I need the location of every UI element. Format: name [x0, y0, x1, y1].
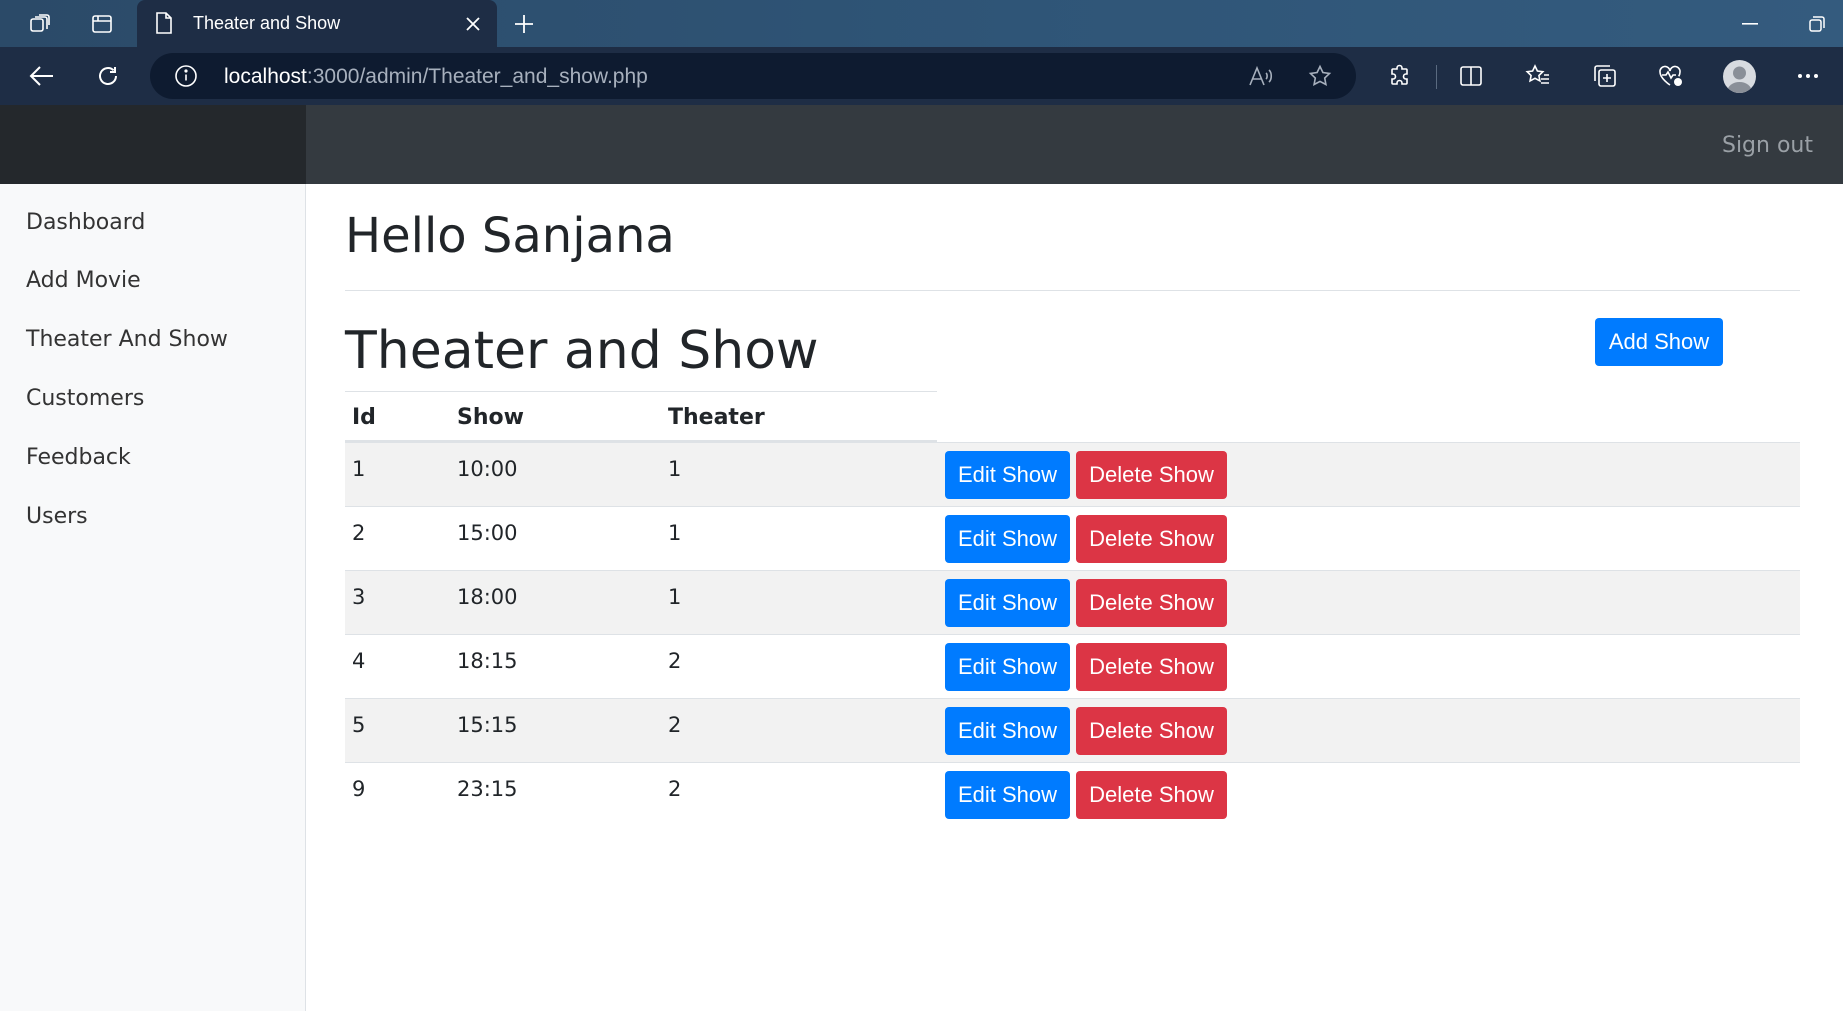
url-text: localhost:3000/admin/Theater_and_show.ph… [224, 65, 648, 89]
cell-id: 1 [352, 457, 366, 481]
browser-tab-bar: Theater and Show [0, 0, 1843, 47]
edit-show-button[interactable]: Edit Show [945, 451, 1070, 499]
address-bar[interactable]: localhost:3000/admin/Theater_and_show.ph… [150, 53, 1356, 99]
cell-show: 18:00 [457, 585, 518, 609]
url-path: :3000/admin/Theater_and_show.php [306, 65, 648, 88]
cell-theater: 1 [668, 585, 682, 609]
restore-icon[interactable] [1797, 8, 1837, 40]
cell-theater: 1 [668, 457, 682, 481]
sidebar-item-dashboard[interactable]: Dashboard [26, 210, 145, 235]
sidebar-item-customers[interactable]: Customers [26, 386, 144, 411]
heading-divider [345, 290, 1800, 291]
cell-show: 15:15 [457, 713, 518, 737]
cell-theater: 2 [668, 713, 682, 737]
sidebar-item-theater-and-show[interactable]: Theater And Show [26, 327, 228, 352]
cell-show: 18:15 [457, 649, 518, 673]
main-content: Hello Sanjana Theater and Show Add Show … [306, 184, 1843, 1011]
delete-show-button[interactable]: Delete Show [1076, 771, 1227, 819]
profile-avatar[interactable] [1723, 60, 1756, 93]
add-show-button[interactable]: Add Show [1595, 318, 1723, 366]
delete-show-button[interactable]: Delete Show [1076, 643, 1227, 691]
edit-show-button[interactable]: Edit Show [945, 771, 1070, 819]
cell-theater: 2 [668, 649, 682, 673]
sign-out-link[interactable]: Sign out [1722, 133, 1813, 158]
cell-id: 5 [352, 713, 366, 737]
table-row: 9 23:15 2 Edit Show Delete Show [345, 762, 1800, 826]
table-row: 4 18:15 2 Edit Show Delete Show [345, 634, 1800, 698]
page-icon [155, 12, 173, 38]
cell-show: 23:15 [457, 777, 518, 801]
delete-show-button[interactable]: Delete Show [1076, 707, 1227, 755]
delete-show-button[interactable]: Delete Show [1076, 515, 1227, 563]
delete-show-button[interactable]: Delete Show [1076, 451, 1227, 499]
cell-id: 9 [352, 777, 366, 801]
column-header-show: Show [457, 405, 524, 430]
browser-nav-bar: localhost:3000/admin/Theater_and_show.ph… [0, 47, 1843, 105]
cell-id: 3 [352, 585, 366, 609]
refresh-icon[interactable] [88, 57, 128, 95]
minimize-icon[interactable] [1730, 8, 1770, 40]
delete-show-button[interactable]: Delete Show [1076, 579, 1227, 627]
table-row: 3 18:00 1 Edit Show Delete Show [345, 570, 1800, 634]
cell-show: 15:00 [457, 521, 518, 545]
close-icon[interactable] [459, 10, 487, 38]
browser-essentials-icon[interactable] [1651, 57, 1691, 95]
table-row: 2 15:00 1 Edit Show Delete Show [345, 506, 1800, 570]
cell-theater: 1 [668, 521, 682, 545]
app-header: Sign out [0, 105, 1843, 184]
url-host: localhost [224, 65, 307, 88]
tab-actions-icon[interactable] [84, 8, 120, 40]
sidebar-item-add-movie[interactable]: Add Movie [26, 268, 141, 293]
cell-id: 2 [352, 521, 366, 545]
edit-show-button[interactable]: Edit Show [945, 643, 1070, 691]
column-header-theater: Theater [668, 405, 765, 430]
table-top-rule [345, 391, 937, 392]
sidebar-item-feedback[interactable]: Feedback [26, 445, 131, 470]
edit-show-button[interactable]: Edit Show [945, 515, 1070, 563]
cell-show: 10:00 [457, 457, 518, 481]
active-tab[interactable]: Theater and Show [137, 0, 497, 47]
edit-show-button[interactable]: Edit Show [945, 579, 1070, 627]
page-title: Theater and Show [345, 321, 819, 381]
more-menu-icon[interactable] [1788, 57, 1828, 95]
cell-theater: 2 [668, 777, 682, 801]
collections-icon[interactable] [1585, 57, 1625, 95]
extensions-icon[interactable] [1380, 57, 1420, 95]
cell-id: 4 [352, 649, 366, 673]
column-header-id: Id [352, 405, 376, 430]
tab-title: Theater and Show [193, 13, 341, 33]
site-info-icon[interactable] [174, 64, 198, 92]
table-row: 5 15:15 2 Edit Show Delete Show [345, 698, 1800, 762]
favorites-icon[interactable] [1518, 57, 1558, 95]
back-icon[interactable] [22, 57, 62, 95]
read-aloud-icon[interactable] [1245, 61, 1277, 91]
workspaces-icon[interactable] [22, 8, 58, 40]
sidebar-item-users[interactable]: Users [26, 504, 88, 529]
toolbar-divider [1436, 65, 1437, 89]
favorite-star-icon[interactable] [1304, 61, 1336, 91]
split-screen-icon[interactable] [1451, 57, 1491, 95]
greeting-heading: Hello Sanjana [345, 208, 675, 264]
edit-show-button[interactable]: Edit Show [945, 707, 1070, 755]
new-tab-icon[interactable] [508, 8, 540, 40]
table-row: 1 10:00 1 Edit Show Delete Show [345, 442, 1800, 506]
brand-area [0, 105, 306, 184]
sidebar: Dashboard Add Movie Theater And Show Cus… [0, 184, 306, 1011]
